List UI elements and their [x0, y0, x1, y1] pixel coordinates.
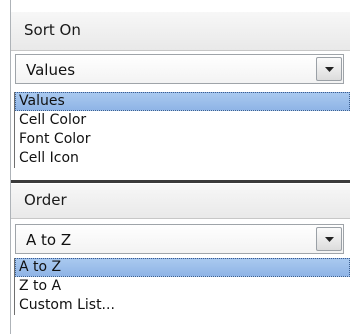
sort-on-label: Sort On: [24, 21, 81, 39]
sort-on-option-cell-color[interactable]: Cell Color: [15, 111, 350, 130]
order-options-list: A to Z Z to A Custom List...: [14, 258, 350, 315]
sort-on-options-list: Values Cell Color Font Color Cell Icon: [14, 92, 350, 168]
order-option-a-to-z[interactable]: A to Z: [15, 258, 350, 277]
order-option-z-to-a[interactable]: Z to A: [15, 277, 350, 296]
sort-on-combobox[interactable]: Values: [15, 54, 344, 84]
sort-on-option-font-color[interactable]: Font Color: [15, 130, 350, 149]
sort-on-dropdown-button[interactable]: [316, 57, 342, 81]
order-dropdown-button[interactable]: [316, 227, 342, 251]
chevron-down-icon: [325, 67, 334, 72]
order-label: Order: [24, 191, 67, 209]
chevron-down-icon: [325, 237, 334, 242]
order-option-custom-list[interactable]: Custom List...: [15, 296, 350, 315]
order-panel: Order A to Z A to Z Z to A Custom List..…: [0, 182, 350, 334]
sort-on-option-values[interactable]: Values: [15, 92, 350, 111]
sort-on-option-cell-icon[interactable]: Cell Icon: [15, 149, 350, 168]
order-header: Order: [11, 184, 350, 219]
sort-on-header: Sort On: [11, 12, 350, 51]
sort-on-selected-value: Values: [26, 61, 76, 79]
order-selected-value: A to Z: [26, 231, 72, 249]
order-combobox[interactable]: A to Z: [15, 224, 344, 254]
sort-on-panel: Sort On Values Values Cell Color Font Co…: [0, 0, 350, 182]
